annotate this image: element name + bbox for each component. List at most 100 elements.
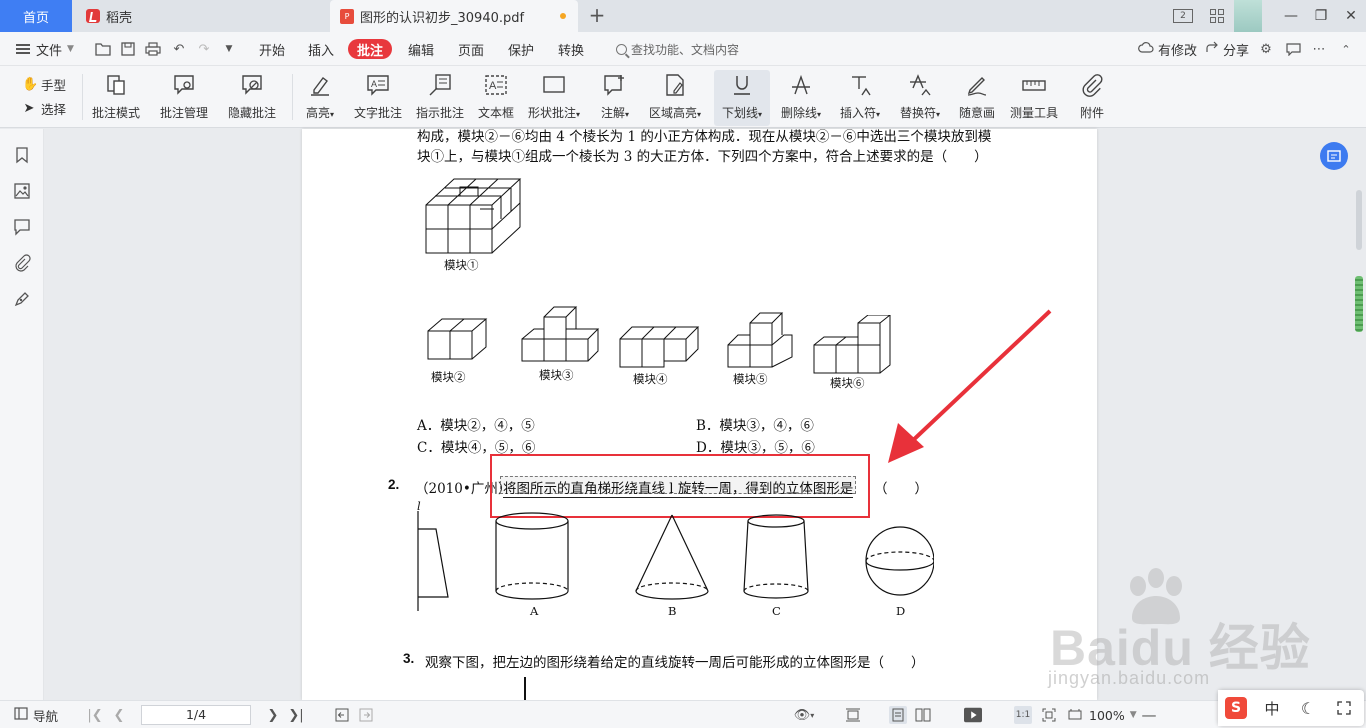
tab-document[interactable]: P 图形的认识初步_30940.pdf — [330, 0, 578, 32]
module-6-label: 模块⑥ — [830, 376, 865, 390]
module-4-label: 模块④ — [633, 372, 668, 386]
page-number-input[interactable]: 1/4 — [141, 705, 251, 725]
play-icon[interactable] — [964, 706, 982, 724]
attachment-button[interactable]: 附件 — [1070, 70, 1114, 126]
tab-bar: 首页 稻壳 P 图形的认识初步_30940.pdf + 2 — ❐ ✕ — [0, 0, 1366, 32]
floating-tool-icon — [1327, 150, 1341, 162]
fit-page-icon[interactable] — [1040, 706, 1058, 724]
area-highlight-button[interactable]: 区域高亮▾ — [644, 70, 706, 126]
double-page-icon[interactable] — [914, 706, 932, 724]
zoom-out-icon[interactable]: — — [1140, 706, 1158, 724]
prev-page-icon[interactable]: ❮ — [110, 706, 128, 724]
annotation-manage-button[interactable]: 批注管理 — [156, 70, 212, 126]
minimize-button[interactable]: — — [1276, 0, 1306, 32]
replace-caret-button[interactable]: 替换符▾ — [894, 70, 946, 126]
annotation-mode-button[interactable]: 批注模式 — [88, 70, 144, 126]
thumbnail-icon[interactable] — [12, 181, 32, 201]
zoom-level-value: 100% — [1089, 707, 1125, 723]
actual-size-icon[interactable]: 1:1 — [1014, 706, 1032, 724]
strikethrough-button[interactable]: 删除线▾ — [776, 70, 826, 126]
baidu-paw-icon — [1130, 568, 1182, 625]
signature-icon[interactable] — [12, 289, 32, 309]
tab-insert[interactable]: 插入 — [299, 39, 343, 59]
fit-width-icon[interactable] — [844, 706, 862, 724]
comments-panel-icon[interactable] — [12, 217, 32, 237]
attachment-icon — [1079, 72, 1105, 98]
restore-button[interactable]: ❐ — [1306, 0, 1336, 32]
textbox-button[interactable]: A 文本框 — [474, 70, 518, 126]
undo-icon[interactable]: ↶ — [170, 40, 188, 58]
floating-tool-button[interactable] — [1320, 142, 1348, 170]
hide-annotation-button[interactable]: 隐藏批注 — [224, 70, 280, 126]
pointer-annotation-button[interactable]: 指示批注 — [412, 70, 468, 126]
freehand-icon — [964, 72, 990, 98]
file-menu[interactable]: 文件 ▼ — [16, 39, 74, 59]
measure-button[interactable]: 测量工具 — [1006, 70, 1062, 126]
moon-icon[interactable]: ☾ — [1290, 690, 1326, 726]
collapse-ribbon-icon[interactable]: ⌃ — [1337, 40, 1355, 58]
settings-icon[interactable]: ⚙ — [1257, 40, 1275, 58]
share-button[interactable]: 分享 — [1205, 39, 1249, 59]
search-input[interactable]: 查找功能、文档内容 — [616, 40, 739, 58]
scrollbar-thumb[interactable] — [1355, 276, 1363, 332]
area-highlight-icon — [662, 72, 688, 98]
insert-caret-button[interactable]: 插入符▾ — [834, 70, 886, 126]
pointer-annotation-icon — [427, 72, 453, 98]
navigation-button[interactable]: 导航 — [14, 705, 58, 725]
fullscreen-icon[interactable] — [1326, 690, 1362, 726]
window-count-button[interactable]: 2 — [1166, 0, 1200, 32]
highlight-button[interactable]: 高亮▾ — [300, 70, 340, 126]
single-page-icon[interactable] — [889, 706, 907, 724]
redo-icon[interactable]: ↷ — [195, 40, 213, 58]
sogou-ime-button[interactable]: S — [1218, 690, 1254, 726]
tab-daoke-label: 稻壳 — [106, 10, 133, 26]
bookmark-icon[interactable] — [12, 145, 32, 165]
next-page-icon[interactable]: ❯ — [264, 706, 282, 724]
tab-edit[interactable]: 编辑 — [399, 39, 443, 59]
freehand-button[interactable]: 随意画 — [954, 70, 1000, 126]
eye-protection-icon[interactable]: 👁 ▾ — [790, 706, 818, 724]
zoom-tool-icon[interactable] — [1066, 706, 1084, 724]
module-4-figure — [619, 326, 700, 368]
question-2-number: 2. — [388, 477, 400, 492]
file-menu-label: 文件 — [36, 43, 63, 59]
tab-home[interactable]: 首页 — [0, 0, 72, 32]
zoom-level-dropdown[interactable]: 100% ▼ — [1089, 705, 1137, 725]
open-folder-icon[interactable] — [94, 40, 112, 58]
more-options-icon[interactable]: ⋯ — [1310, 40, 1328, 58]
tab-protect[interactable]: 保护 — [499, 39, 543, 59]
hand-tool-button[interactable]: ✋ 手型 — [22, 72, 78, 96]
forward-icon[interactable] — [357, 706, 375, 724]
note-button[interactable]: 注解▾ — [594, 70, 636, 126]
annotation-mode-icon — [103, 72, 129, 98]
tab-annotate[interactable]: 批注 — [348, 39, 393, 59]
measure-icon — [1021, 72, 1047, 98]
scrollbar-track[interactable] — [1356, 190, 1362, 250]
text-annotation-button[interactable]: A 文字批注 — [350, 70, 406, 126]
apps-grid-button[interactable] — [1200, 0, 1234, 32]
quick-access-more-icon[interactable]: ▼ — [220, 40, 238, 58]
comment-icon[interactable] — [1284, 40, 1302, 58]
shape-annotation-button[interactable]: 形状批注▾ — [524, 70, 584, 126]
tab-page[interactable]: 页面 — [449, 39, 493, 59]
close-button[interactable]: ✕ — [1336, 0, 1366, 32]
print-icon[interactable] — [144, 40, 162, 58]
sync-status[interactable]: 有修改 — [1138, 39, 1197, 59]
back-icon[interactable] — [333, 706, 351, 724]
chevron-down-icon: ▼ — [1129, 710, 1137, 720]
module-1-figure — [425, 178, 522, 254]
first-page-icon[interactable]: |❮ — [86, 706, 104, 724]
tab-convert[interactable]: 转换 — [549, 39, 593, 59]
tab-daoke[interactable]: 稻壳 — [74, 0, 324, 32]
underline-button[interactable]: 下划线▾ — [714, 70, 770, 126]
question-intro-line2: 块①上，与模块①组成一个棱长为 3 的大正方体．下列四个方案中，符合上述要求的是… — [417, 149, 988, 165]
new-tab-button[interactable]: + — [586, 3, 608, 27]
daoke-logo-icon — [86, 9, 100, 23]
ime-mode-toggle[interactable]: 中 — [1254, 690, 1290, 726]
avatar[interactable] — [1234, 0, 1262, 32]
save-icon[interactable] — [119, 40, 137, 58]
tab-start[interactable]: 开始 — [250, 39, 294, 59]
select-tool-button[interactable]: ➤ 选择 — [22, 96, 78, 120]
attachment-panel-icon[interactable] — [12, 253, 32, 273]
last-page-icon[interactable]: ❯| — [287, 706, 305, 724]
